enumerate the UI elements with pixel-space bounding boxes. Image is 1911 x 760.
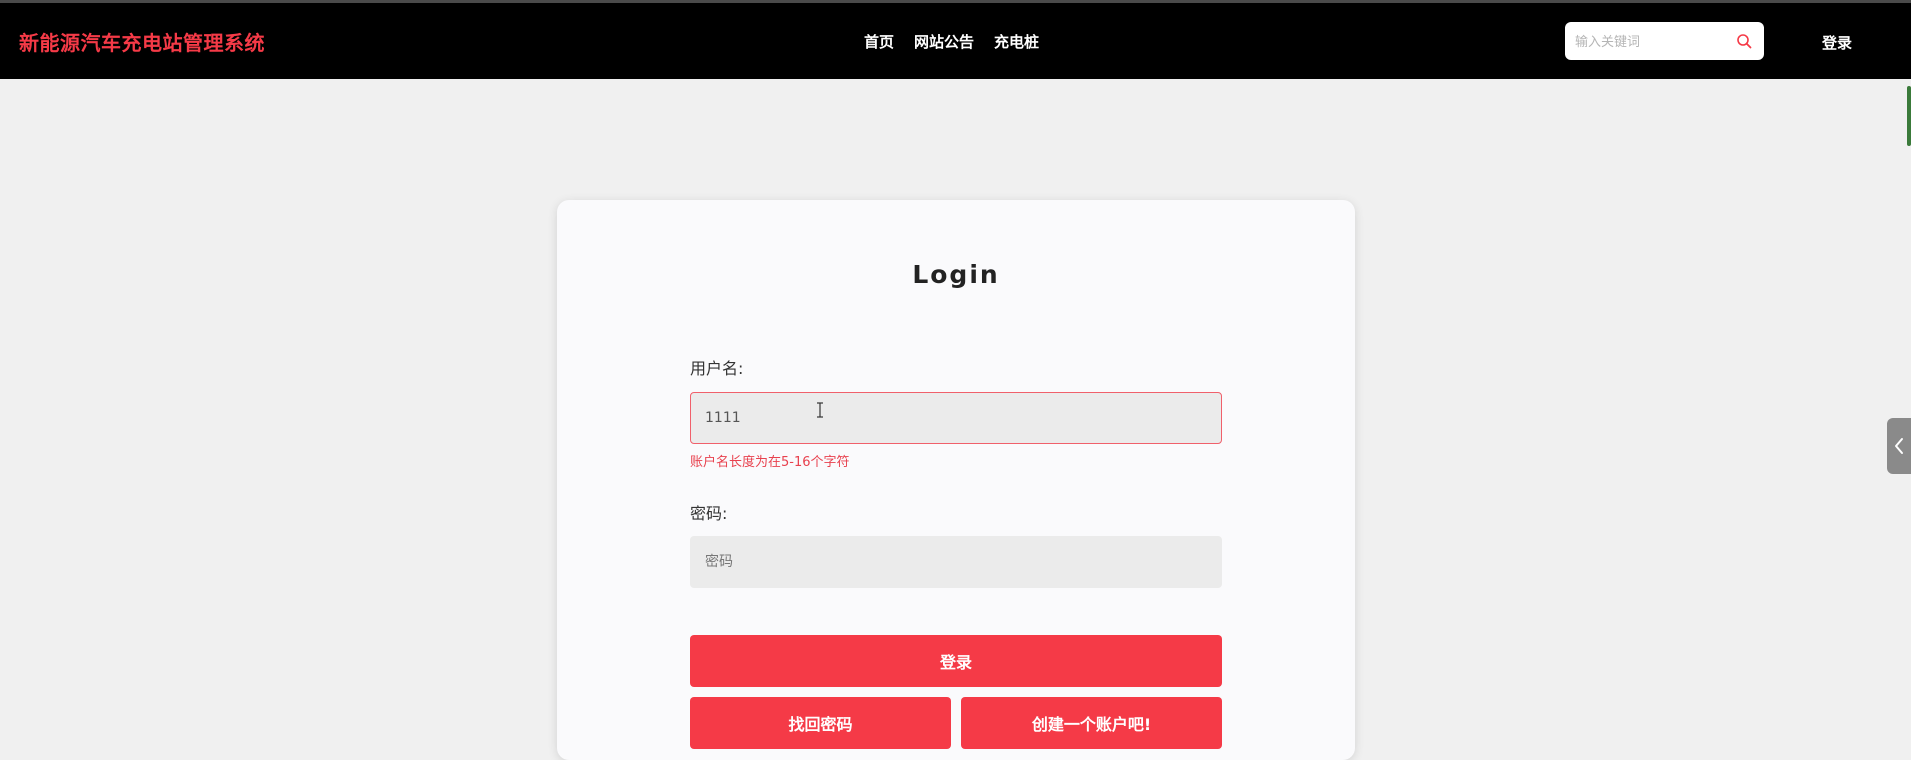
i-beam-cursor-icon: [817, 402, 823, 418]
password-input[interactable]: [691, 537, 1221, 587]
nav-item-charging-piles[interactable]: 充电桩: [994, 31, 1039, 52]
search-box: [1565, 22, 1764, 62]
forgot-password-button[interactable]: 找回密码: [690, 697, 951, 749]
chevron-left-icon: [1895, 438, 1903, 454]
username-label: 用户名:: [690, 359, 744, 378]
main-nav: 首页 网站公告 充电桩: [864, 31, 1039, 52]
search-input[interactable]: [1565, 22, 1737, 62]
brand-title[interactable]: 新能源汽车充电站管理系统: [19, 27, 265, 56]
username-input[interactable]: [691, 393, 1221, 443]
top-nav-bar: 新能源汽车充电站管理系统 首页 网站公告 充电桩 登录: [0, 0, 1911, 79]
nav-item-announcements[interactable]: 网站公告: [914, 31, 974, 52]
header-login-link[interactable]: 登录: [1822, 32, 1852, 53]
password-label: 密码:: [690, 504, 728, 523]
username-error-message: 账户名长度为在5-16个字符: [690, 455, 850, 470]
create-account-button[interactable]: 创建一个账户吧!: [961, 697, 1222, 749]
username-field-wrapper: [690, 392, 1222, 444]
scroll-indicator[interactable]: [1907, 86, 1911, 146]
login-submit-button[interactable]: 登录: [690, 635, 1222, 687]
side-drawer-toggle[interactable]: [1887, 418, 1911, 474]
password-field-wrapper: [690, 536, 1222, 588]
nav-item-home[interactable]: 首页: [864, 31, 894, 52]
login-title: Login: [912, 260, 1000, 289]
search-icon[interactable]: [1736, 33, 1752, 49]
login-card: Login 用户名: 账户名长度为在5-16个字符 密码: 登录 找回密码 创建…: [557, 200, 1355, 760]
